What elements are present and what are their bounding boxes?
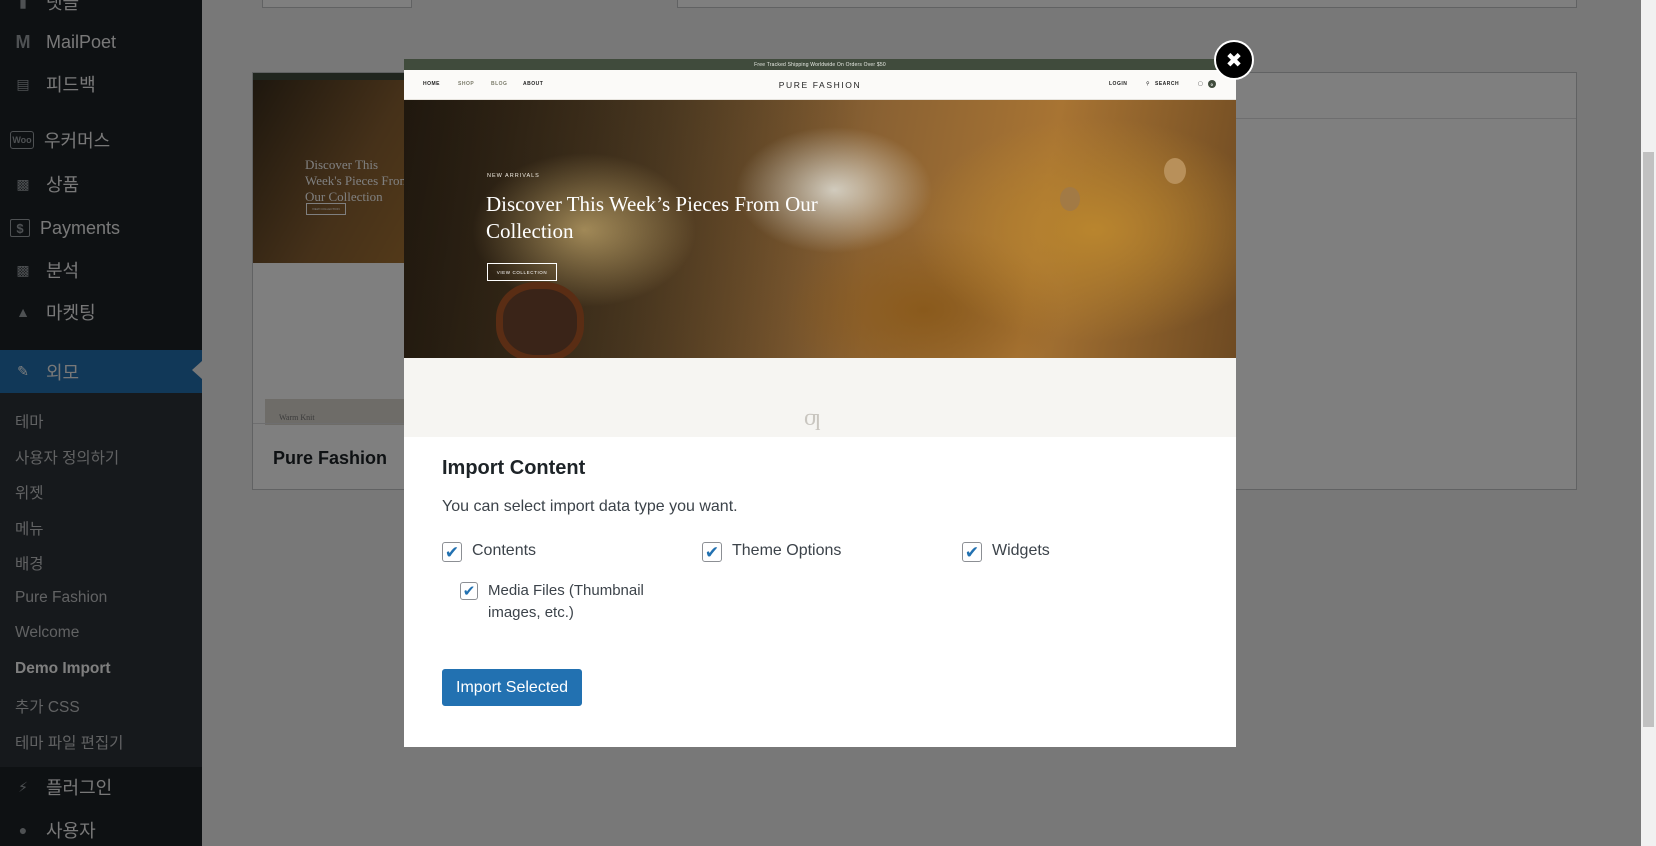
preview-logo-mark: ƣ [804, 405, 821, 431]
page-scrollbar[interactable] [1641, 0, 1656, 846]
preview-hero: NEW ARRIVALS Discover This Week’s Pieces… [404, 100, 1236, 358]
option-label: Widgets [992, 542, 1050, 559]
theme-preview-image: Free Tracked Shipping Worldwide On Order… [404, 59, 1236, 437]
preview-search: SEARCH [1155, 81, 1180, 87]
modal-title: Import Content [442, 457, 586, 479]
preview-search-icon: ⚲ [1146, 81, 1151, 87]
preview-heading: Discover This Week’s Pieces From Our Col… [486, 192, 818, 243]
option-label: Media Files (Thumbnail images, etc.) [488, 582, 644, 621]
option-media-files[interactable]: ✔ Media Files (Thumbnail images, etc.) [460, 580, 660, 624]
hero-sunglasses [496, 282, 584, 358]
hero-coat-button [1060, 187, 1080, 211]
media-files-checkbox[interactable]: ✔ [460, 582, 478, 600]
contents-checkbox[interactable]: ✔ [442, 542, 462, 562]
preview-cta: VIEW COLLECTION [487, 263, 557, 281]
preview-shipping-bar: Free Tracked Shipping Worldwide On Order… [404, 59, 1236, 70]
import-modal: Free Tracked Shipping Worldwide On Order… [404, 59, 1236, 747]
widgets-checkbox[interactable]: ✔ [962, 542, 982, 562]
preview-eyebrow: NEW ARRIVALS [487, 173, 540, 179]
import-selected-button[interactable]: Import Selected [442, 669, 583, 706]
preview-login: LOGIN [1109, 81, 1128, 87]
hero-coat-button [1164, 158, 1186, 184]
theme-options-checkbox[interactable]: ✔ [702, 542, 722, 562]
preview-cart-count: 0 [1208, 80, 1216, 88]
option-widgets[interactable]: ✔ Widgets [962, 542, 1050, 562]
option-label: Contents [472, 542, 537, 559]
scrollbar-thumb[interactable] [1643, 152, 1654, 727]
close-modal-button[interactable]: ✖ [1214, 40, 1254, 80]
modal-description: You can select import data type you want… [442, 498, 738, 515]
option-label: Theme Options [732, 542, 842, 559]
option-theme-options[interactable]: ✔ Theme Options [702, 542, 841, 562]
preview-header: HOME SHOP BLOG ABOUT PURE FASHION LOGIN … [404, 70, 1236, 100]
preview-bag-icon: ▢ [1198, 81, 1204, 87]
close-icon: ✖ [1225, 49, 1243, 72]
option-contents[interactable]: ✔ Contents [442, 542, 536, 562]
